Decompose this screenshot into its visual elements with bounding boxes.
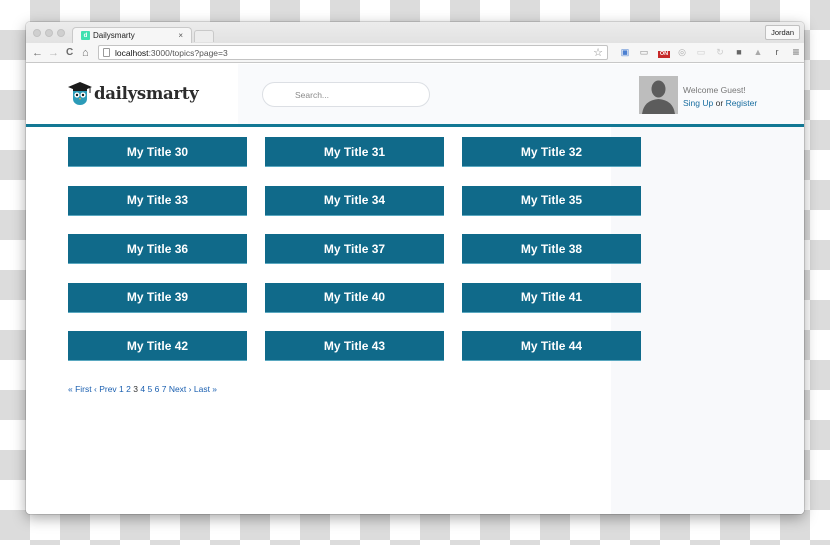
files-extension-icon[interactable]: ▣ xyxy=(620,47,630,57)
dailysmarty-favicon-icon: d xyxy=(81,31,90,40)
guest-avatar xyxy=(639,76,678,114)
address-bar[interactable]: localhost:3000/topics?page=3 ☆ xyxy=(98,45,608,60)
topic-card[interactable]: My Title 41 xyxy=(462,282,641,313)
topic-card[interactable]: My Title 37 xyxy=(265,234,444,264)
sync-extension-icon[interactable]: ↻ xyxy=(715,47,725,57)
forward-arrow-icon[interactable]: → xyxy=(48,46,59,60)
pagination-last[interactable]: Last » xyxy=(194,384,217,394)
pagination-page-link[interactable]: 1 xyxy=(119,384,124,394)
profile-button[interactable]: Jordan xyxy=(765,25,800,40)
register-link[interactable]: Register xyxy=(726,98,758,108)
card-extension-icon[interactable]: ▭ xyxy=(696,47,706,57)
tab-close-icon[interactable]: × xyxy=(178,31,183,40)
topic-card[interactable]: My Title 42 xyxy=(68,331,247,361)
url-host: localhost xyxy=(115,47,149,58)
pagination-page-link[interactable]: 2 xyxy=(126,384,131,394)
tab-title: Dailysmarty xyxy=(93,31,135,40)
browser-tab-active[interactable]: d Dailysmarty × xyxy=(72,27,192,43)
browser-window: d Dailysmarty × Jordan ← → C ⌂ localhost… xyxy=(26,22,804,514)
pagination-next[interactable]: Next xyxy=(169,384,186,394)
url-path: :3000/topics?page=3 xyxy=(148,47,228,58)
welcome-text: Welcome Guest! xyxy=(683,85,746,95)
topic-card[interactable]: My Title 32 xyxy=(462,137,641,167)
search-box[interactable] xyxy=(262,82,430,107)
pagination: « First ‹ Prev 1 2 3 4 5 6 7 Next › Last… xyxy=(68,384,217,394)
owl-graduation-cap-icon xyxy=(68,81,92,105)
topic-card[interactable]: My Title 34 xyxy=(265,185,444,216)
menu-icon[interactable]: ≡ xyxy=(791,46,801,58)
topic-card[interactable]: My Title 40 xyxy=(265,282,444,313)
pagination-separator: › xyxy=(186,384,194,394)
topics-grid: My Title 30 My Title 31 My Title 32 My Titl… xyxy=(68,137,641,361)
bookmark-star-icon[interactable]: ☆ xyxy=(593,46,603,59)
topic-card[interactable]: My Title 39 xyxy=(68,282,247,313)
topic-card[interactable]: My Title 35 xyxy=(462,185,641,216)
pagination-page-link[interactable]: 7 xyxy=(162,384,167,394)
topic-card[interactable]: My Title 36 xyxy=(68,234,247,264)
topic-card[interactable]: My Title 31 xyxy=(265,137,444,167)
cast-icon[interactable]: ▭ xyxy=(639,47,649,57)
zoom-window-button[interactable] xyxy=(57,29,65,37)
new-tab-button[interactable] xyxy=(194,30,214,42)
tab-strip: d Dailysmarty × Jordan xyxy=(26,22,804,43)
topic-card[interactable]: My Title 30 xyxy=(68,137,247,167)
home-icon[interactable]: ⌂ xyxy=(82,46,89,60)
pagination-page-link[interactable]: 4 xyxy=(140,384,145,394)
square-extension-icon[interactable]: ■ xyxy=(734,47,744,57)
r-extension-icon[interactable]: r xyxy=(772,47,782,57)
pagination-pages: 1 2 3 4 5 6 7 xyxy=(119,384,166,394)
pagination-first[interactable]: « First xyxy=(68,384,92,394)
back-arrow-icon[interactable]: ← xyxy=(32,46,43,60)
close-window-button[interactable] xyxy=(33,29,41,37)
minimize-window-button[interactable] xyxy=(45,29,53,37)
site-logo[interactable]: dailysmarty xyxy=(68,81,199,105)
topic-card[interactable]: My Title 38 xyxy=(462,234,641,264)
header-divider xyxy=(26,124,804,127)
circle-extension-icon[interactable]: ◎ xyxy=(677,47,687,57)
topic-card[interactable]: My Title 44 xyxy=(462,331,641,361)
search-input[interactable] xyxy=(295,89,415,100)
sign-up-link[interactable]: Sing Up xyxy=(683,98,713,108)
logo-text: dailysmarty xyxy=(94,83,199,103)
user-silhouette-icon xyxy=(642,80,675,114)
page-icon xyxy=(103,48,110,57)
site-header: dailysmarty Welcome Guest! Sing Up or Re… xyxy=(26,64,804,124)
page-content: dailysmarty Welcome Guest! Sing Up or Re… xyxy=(26,64,804,514)
pagination-prev[interactable]: Prev xyxy=(99,384,116,394)
pagination-current-page: 3 xyxy=(133,384,138,394)
pagination-page-link[interactable]: 6 xyxy=(155,384,160,394)
reload-icon[interactable]: C xyxy=(66,46,73,60)
browser-toolbar: ← → C ⌂ localhost:3000/topics?page=3 ☆ ▣… xyxy=(26,43,804,63)
drive-extension-icon[interactable]: ▲ xyxy=(753,47,763,57)
topic-card[interactable]: My Title 43 xyxy=(265,331,444,361)
pagination-page-link[interactable]: 5 xyxy=(147,384,152,394)
on-badge-extension-icon[interactable]: ON xyxy=(658,51,670,58)
or-text: or xyxy=(715,98,724,108)
auth-links: Sing Up or Register xyxy=(683,98,757,108)
topic-card[interactable]: My Title 33 xyxy=(68,185,247,216)
